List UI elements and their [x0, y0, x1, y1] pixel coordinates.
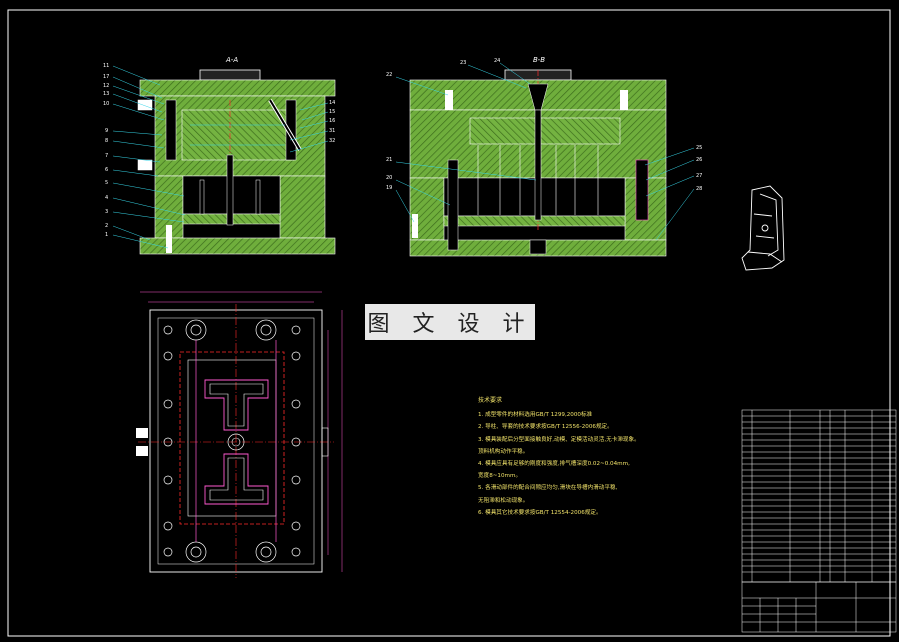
part-label: 20 — [386, 175, 392, 181]
bom-table — [741, 409, 897, 633]
part-label: 21 — [386, 157, 392, 163]
part-label: 28 — [696, 186, 702, 192]
technical-notes: 技术要求 1. 成型零件的材料选用GB/T 1299,2000标准 2. 导柱、… — [478, 395, 708, 519]
section-label-aa: A-A — [225, 56, 238, 64]
part-label: 13 — [103, 91, 109, 97]
tech-note: 无阻滞和松动现象。 — [478, 497, 529, 504]
watermark: 图 文 设 计 — [365, 304, 535, 340]
part-label: 2 — [105, 223, 108, 229]
part-label: 12 — [103, 83, 109, 89]
plan-view — [136, 291, 343, 578]
part-label: 5 — [105, 180, 108, 186]
part-label: 23 — [460, 60, 466, 66]
tech-notes-title: 技术要求 — [478, 397, 503, 404]
tech-note: 6. 模具其它技术要求按GB/T 12554-2006规定。 — [478, 509, 602, 516]
part-label: 9 — [105, 128, 108, 134]
part-label: 25 — [696, 145, 702, 151]
part-label: 31 — [329, 128, 335, 134]
section-view-bb: B-B — [409, 56, 667, 257]
part-label: 1 — [105, 232, 108, 238]
tech-note: 1. 成型零件的材料选用GB/T 1299,2000标准 — [478, 412, 593, 419]
tech-note: 顶料机构动作平稳。 — [478, 448, 529, 455]
part-label: 11 — [103, 63, 109, 69]
part-label: 15 — [329, 109, 335, 115]
product-sketch — [741, 185, 785, 271]
part-label: 16 — [329, 118, 335, 124]
part-label: 24 — [494, 58, 500, 64]
section-view-aa: A-A — [137, 56, 336, 255]
part-label: 7 — [105, 153, 108, 159]
tech-note: 宽度8~10mm。 — [478, 473, 522, 480]
tech-note: 5. 各滑动部件的配合间隙应均匀,滑块在导槽内滑动平稳, — [478, 485, 618, 492]
tech-note: 3. 模具装配后分型面接触良好,动模、定模活动灵活,无卡滞现象。 — [478, 436, 640, 443]
part-label: 8 — [105, 138, 108, 144]
part-label: 3 — [105, 209, 108, 215]
part-label: 14 — [329, 100, 335, 106]
tech-note: 4. 模具应具有足够的刚度和强度,排气槽深度0.02~0.04mm, — [478, 461, 630, 468]
part-label: 32 — [329, 138, 335, 144]
part-label: 22 — [386, 72, 392, 78]
part-label: 6 — [105, 167, 108, 173]
part-label: 27 — [696, 173, 702, 179]
part-label: 26 — [696, 157, 702, 163]
tech-note: 2. 导柱、导套的技术要求按GB/T 12556-2006规定。 — [478, 424, 613, 431]
part-label: 10 — [103, 101, 109, 107]
part-label: 4 — [105, 195, 108, 201]
section-label-bb: B-B — [533, 56, 545, 64]
part-label: 19 — [386, 185, 392, 191]
part-label: 17 — [103, 74, 109, 80]
